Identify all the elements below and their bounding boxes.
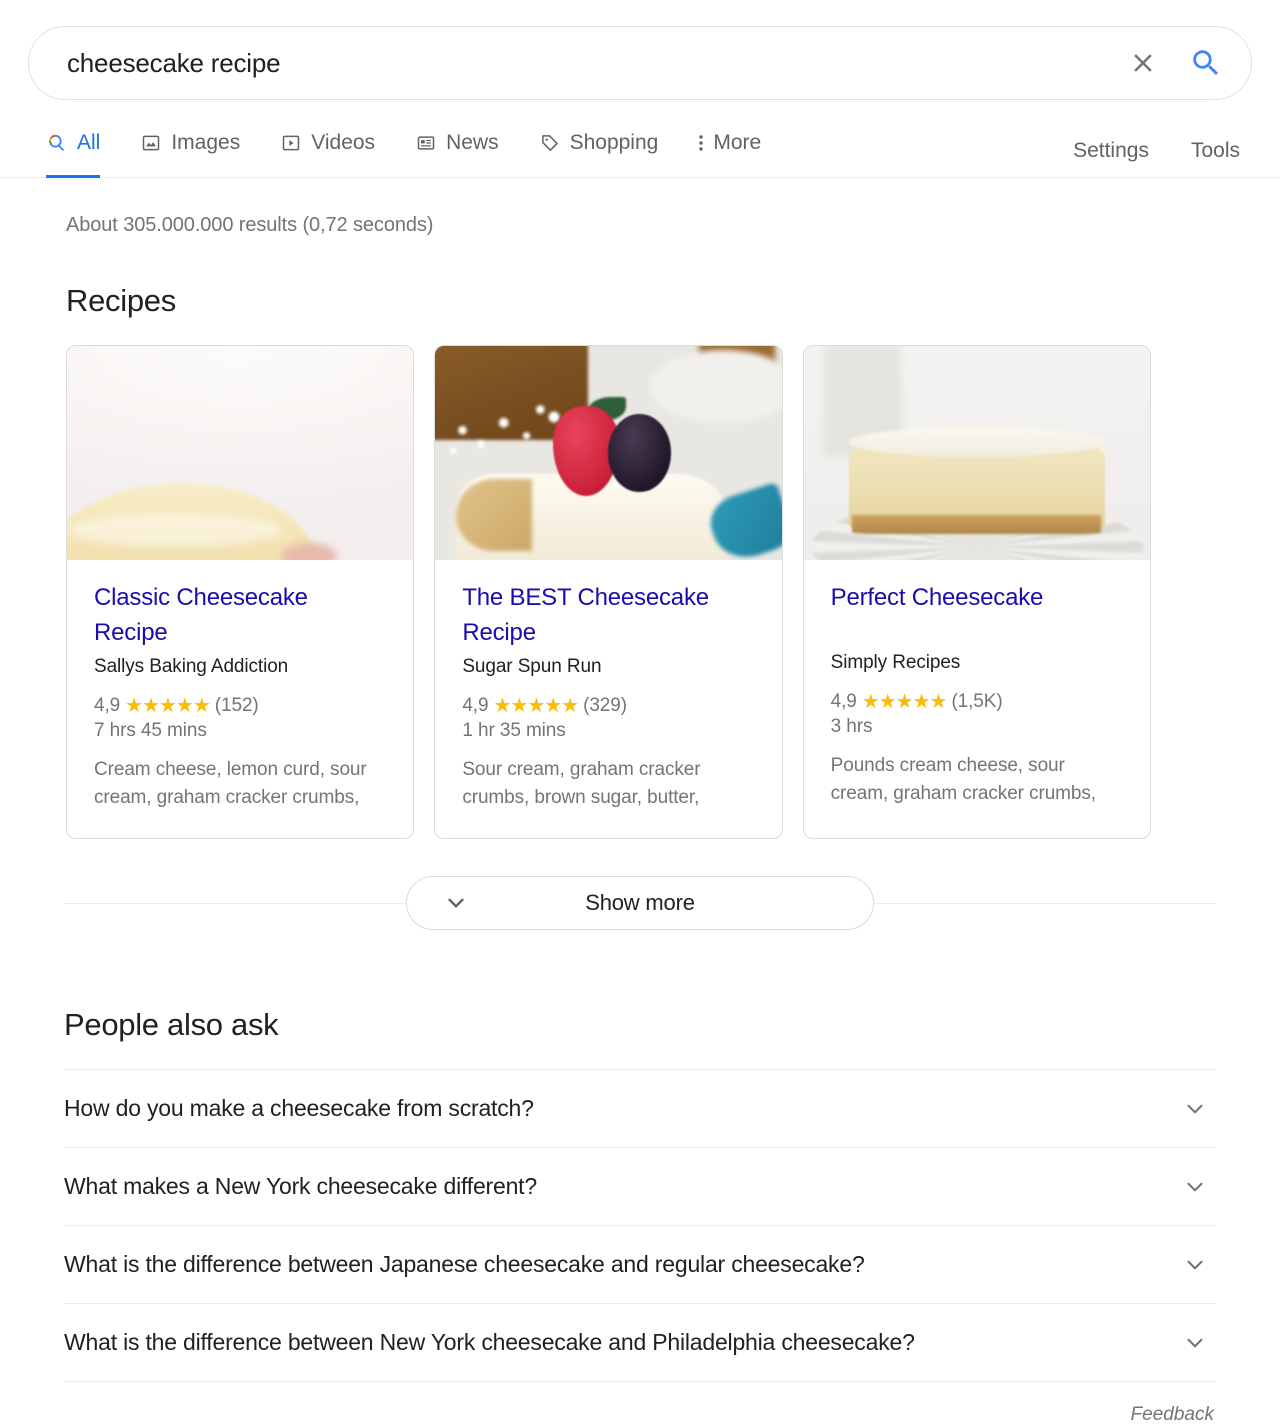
star-rating-icon: ★★★★★ [861, 691, 948, 713]
people-also-ask-list: How do you make a cheesecake from scratc… [64, 1069, 1216, 1382]
settings-button[interactable]: Settings [1061, 139, 1161, 163]
tab-more[interactable]: More [678, 122, 781, 177]
google-search-icon [46, 132, 68, 154]
news-icon [415, 132, 437, 154]
paa-question-row[interactable]: What makes a New York cheesecake differe… [64, 1148, 1216, 1226]
show-more-button[interactable]: Show more [406, 876, 874, 930]
recipe-source: Sallys Baking Addiction [94, 656, 289, 677]
recipe-rating: 4,9 ★★★★★ (329) [462, 695, 754, 717]
star-rating-icon: ★★★★★ [125, 695, 211, 717]
clear-search-button[interactable] [1115, 35, 1171, 91]
recipe-ingredients: Sour cream, graham cracker crumbs, brown… [462, 759, 701, 808]
recipe-image-1 [67, 346, 414, 560]
recipe-time: 3 hrs [830, 716, 873, 737]
review-count: (329) [583, 695, 627, 716]
tab-all-label: All [77, 130, 101, 154]
recipe-ingredients: Pounds cream cheese, sour cream, graham … [830, 755, 1096, 804]
recipe-time: 1 hr 35 mins [462, 720, 566, 741]
paa-question-text: What makes a New York cheesecake differe… [64, 1173, 537, 1199]
chevron-down-icon[interactable] [1182, 1174, 1216, 1200]
tag-icon [539, 132, 561, 154]
tab-shopping-label: Shopping [569, 130, 659, 154]
recipe-cards-row: Classic Cheesecake Recipe Sallys Baking … [0, 319, 1151, 839]
search-icon [1193, 50, 1219, 76]
divider-right [844, 903, 1216, 904]
paa-question-text: What is the difference between New York … [64, 1329, 915, 1355]
search-nav-tabs: All Images Videos News Shopping More Set… [0, 122, 1280, 178]
recipe-rating: 4,9 ★★★★★ (1,5K) [831, 691, 1123, 713]
people-also-ask-heading: People also ask [64, 1007, 279, 1042]
recipe-title[interactable]: The BEST Cheesecake Recipe [462, 580, 754, 650]
tab-videos-label: Videos [311, 130, 376, 154]
show-more-label: Show more [585, 890, 695, 915]
search-submit-button[interactable] [1171, 35, 1241, 91]
close-icon [1134, 54, 1152, 72]
tab-news-label: News [446, 130, 499, 154]
search-input[interactable] [29, 47, 1115, 79]
tab-images-label: Images [171, 130, 241, 154]
recipe-card-body: Classic Cheesecake Recipe Sallys Baking … [67, 560, 413, 838]
chevron-down-icon[interactable] [1182, 1252, 1216, 1278]
feedback-link[interactable]: Feedback [0, 1382, 1280, 1426]
recipe-image-2 [435, 346, 782, 560]
rating-value: 4,9 [830, 691, 857, 712]
tab-images[interactable]: Images [120, 122, 260, 177]
tab-shopping[interactable]: Shopping [519, 122, 679, 177]
nav-tabs-right: Settings Tools [1061, 139, 1252, 177]
search-box[interactable] [28, 26, 1252, 100]
chevron-down-icon[interactable] [1182, 1330, 1216, 1356]
nav-tabs-left: All Images Videos News Shopping More [28, 122, 781, 178]
rating-value: 4,9 [94, 695, 121, 716]
recipe-card-body: Perfect Cheesecake Simply Recipes 4,9 ★★… [804, 560, 1150, 838]
recipe-title[interactable]: Perfect Cheesecake [831, 580, 1123, 615]
recipe-source: Sugar Spun Run [462, 656, 602, 677]
tools-button[interactable]: Tools [1179, 139, 1252, 163]
image-icon [140, 132, 162, 154]
recipe-card[interactable]: The BEST Cheesecake Recipe Sugar Spun Ru… [434, 345, 783, 839]
chevron-down-icon [443, 890, 469, 916]
paa-question-row[interactable]: How do you make a cheesecake from scratc… [64, 1070, 1216, 1148]
tab-more-label: More [713, 130, 762, 154]
tab-videos[interactable]: Videos [260, 122, 395, 177]
rating-value: 4,9 [462, 695, 489, 716]
tab-all[interactable]: All [28, 122, 120, 178]
paa-question-text: What is the difference between Japanese … [64, 1251, 865, 1277]
recipe-title[interactable]: Classic Cheesecake Recipe [94, 580, 386, 650]
recipe-rating: 4,9 ★★★★★ (152) [94, 695, 386, 717]
recipe-source: Simply Recipes [830, 652, 961, 673]
paa-question-row[interactable]: What is the difference between Japanese … [64, 1226, 1216, 1304]
recipe-image-3 [803, 346, 1150, 560]
divider-left [64, 903, 436, 904]
more-vert-icon [698, 132, 704, 154]
paa-question-text: How do you make a cheesecake from scratc… [64, 1095, 534, 1121]
recipe-time: 7 hrs 45 mins [94, 720, 207, 741]
chevron-down-icon[interactable] [1182, 1096, 1216, 1122]
recipe-card-body: The BEST Cheesecake Recipe Sugar Spun Ru… [435, 560, 781, 838]
recipe-card[interactable]: Classic Cheesecake Recipe Sallys Baking … [66, 345, 415, 839]
search-header [0, 0, 1280, 100]
recipe-card[interactable]: Perfect Cheesecake Simply Recipes 4,9 ★★… [802, 345, 1151, 839]
paa-question-row[interactable]: What is the difference between New York … [64, 1304, 1216, 1382]
review-count: (1,5K) [951, 691, 1003, 712]
star-rating-icon: ★★★★★ [493, 695, 579, 717]
show-more-container: Show more [0, 875, 1280, 931]
tab-news[interactable]: News [395, 122, 519, 177]
result-stats: About 305.000.000 results (0,72 seconds) [66, 214, 434, 236]
recipes-heading: Recipes [66, 283, 176, 318]
video-icon [280, 132, 302, 154]
review-count: (152) [214, 695, 259, 716]
recipe-ingredients: Cream cheese, lemon curd, sour cream, gr… [94, 759, 367, 808]
